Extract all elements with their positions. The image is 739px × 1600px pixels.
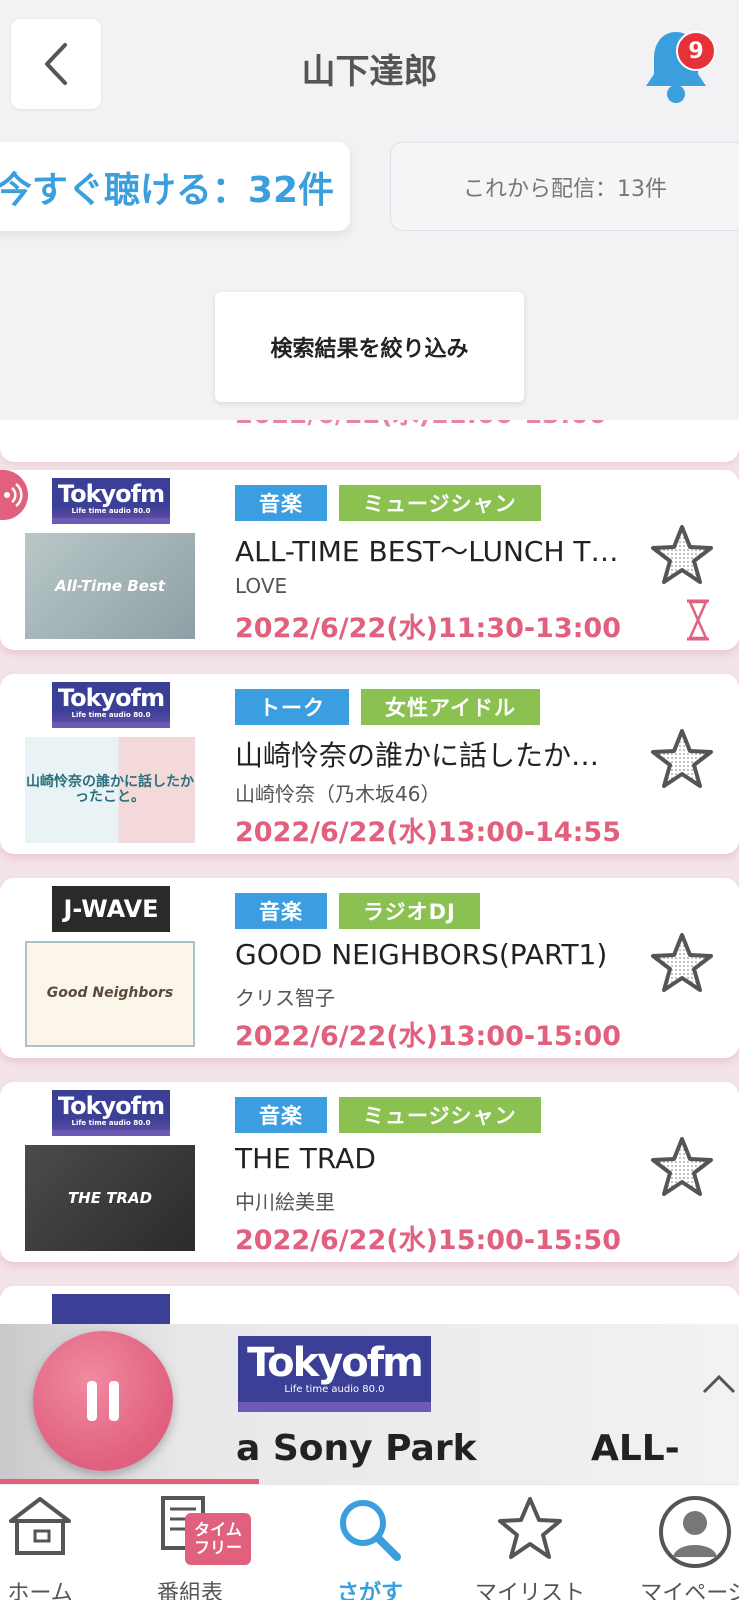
program-title: THE TRAD xyxy=(235,1142,376,1175)
category-tag: 女性アイドル xyxy=(361,689,540,725)
program-card[interactable]: J-WAVE Good Neighbors 音楽 ラジオDJ GOOD NEIG… xyxy=(0,878,739,1058)
program-datetime: 2022/6/22(水)13:00-14:55 xyxy=(235,817,622,848)
header: 山下達郎 9 xyxy=(0,0,739,130)
filter-results-button[interactable]: 検索結果を絞り込み xyxy=(215,292,524,402)
program-title: 山崎怜奈の誰かに話したかったこと。 xyxy=(235,739,620,772)
station-logo: J-WAVE xyxy=(52,886,170,932)
program-performer: 中川絵美里 xyxy=(235,1190,335,1214)
program-thumbnail: All-Time Best xyxy=(25,533,195,639)
station-logo: Tokyofm Life time audio 80.0 xyxy=(52,1090,170,1136)
genre-tag: 音楽 xyxy=(235,485,327,521)
genre-tag: 音楽 xyxy=(235,1097,327,1133)
category-tag: ミュージシャン xyxy=(339,1097,541,1133)
program-thumbnail: Good Neighbors xyxy=(25,941,195,1047)
station-logo: Tokyofm Life time audio 80.0 xyxy=(52,682,170,728)
program-card[interactable]: Tokyofm Life time audio 80.0 THE TRAD 音楽… xyxy=(0,1082,739,1262)
page-title: 山下達郎 xyxy=(301,52,438,92)
program-thumbnail: THE TRAD xyxy=(25,1145,195,1251)
nav-mypage[interactable]: マイページ xyxy=(625,1485,739,1600)
program-card-partial[interactable]: 2022/6/22(水)11:00-13:00 xyxy=(0,420,739,462)
program-thumbnail: 山崎怜奈の誰かに話したかったこと。 xyxy=(25,737,195,843)
program-datetime: 2022/6/22(水)11:30-13:00 xyxy=(235,613,622,644)
home-icon xyxy=(9,1497,71,1555)
program-datetime: 2022/6/22(水)13:00-15:00 xyxy=(235,1021,622,1052)
user-icon xyxy=(659,1496,731,1568)
program-performer: 山崎怜奈（乃木坂46） xyxy=(235,782,441,806)
tab-upcoming[interactable]: これから配信：13件 xyxy=(390,142,739,231)
genre-tag: トーク xyxy=(235,689,349,725)
pause-icon xyxy=(87,1381,119,1421)
star-icon[interactable] xyxy=(650,524,714,586)
program-datetime: 2022/6/22(水)11:00-13:00 xyxy=(235,420,607,431)
now-playing-station-logo: Tokyofm Life time audio 80.0 xyxy=(238,1336,431,1412)
broadcast-icon xyxy=(4,483,23,507)
now-playing-scroll-text-next: ALL- xyxy=(591,1428,680,1469)
hourglass-icon xyxy=(687,599,709,641)
program-datetime: 2022/6/22(水)15:00-15:50 xyxy=(235,1225,622,1256)
program-card-partial[interactable] xyxy=(0,1286,739,1324)
search-icon xyxy=(340,1500,401,1561)
notification-badge: 9 xyxy=(676,31,716,71)
nav-mylist[interactable]: マイリスト xyxy=(460,1485,600,1600)
station-logo xyxy=(52,1294,170,1324)
program-card[interactable]: Tokyofm Life time audio 80.0 山崎怜奈の誰かに話した… xyxy=(0,674,739,854)
star-icon[interactable] xyxy=(650,728,714,790)
program-card[interactable]: Tokyofm Life time audio 80.0 All-Time Be… xyxy=(0,470,739,650)
program-performer: LOVE xyxy=(235,574,288,598)
nav-program-guide[interactable]: タイム フリー 番組表 xyxy=(120,1485,260,1600)
program-list[interactable]: 2022/6/22(水)11:00-13:00 Tokyofm Life tim… xyxy=(0,420,739,1324)
program-performer: クリス智子 xyxy=(235,986,335,1010)
category-tag: ラジオDJ xyxy=(339,893,480,929)
now-playing-scroll-text: a Sony Park xyxy=(236,1428,477,1469)
nav-search[interactable]: さがす xyxy=(300,1485,440,1600)
star-icon[interactable] xyxy=(650,1136,714,1198)
now-playing-bar[interactable]: Tokyofm Life time audio 80.0 a Sony Park… xyxy=(0,1324,739,1484)
bottom-nav: ホーム タイム フリー 番組表 さがす マイリスト マイページ xyxy=(0,1484,739,1600)
pause-button[interactable] xyxy=(33,1331,173,1471)
star-icon xyxy=(498,1497,562,1559)
chevron-up-icon[interactable] xyxy=(702,1372,736,1394)
genre-tag: 音楽 xyxy=(235,893,327,929)
program-title: GOOD NEIGHBORS(PART1) xyxy=(235,938,608,971)
nav-home[interactable]: ホーム xyxy=(0,1485,110,1600)
timefree-badge: タイム フリー xyxy=(185,1513,251,1565)
star-icon[interactable] xyxy=(650,932,714,994)
live-indicator xyxy=(0,470,28,520)
station-logo: Tokyofm Life time audio 80.0 xyxy=(52,478,170,524)
program-title: ALL-TIME BEST～LUNCH TIME POWER MUSIC～ xyxy=(235,535,620,568)
tab-now-available[interactable]: 今すぐ聴ける：32件 xyxy=(0,142,350,231)
category-tag: ミュージシャン xyxy=(339,485,541,521)
